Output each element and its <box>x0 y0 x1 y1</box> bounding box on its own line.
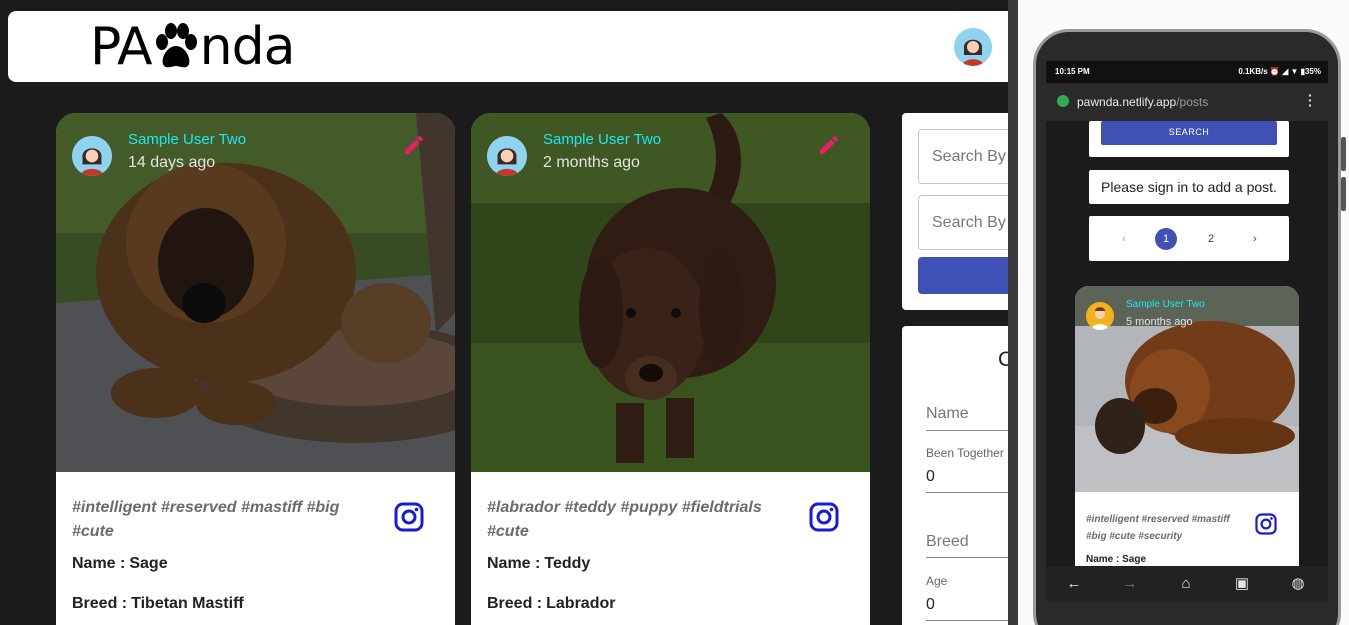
breed-label: Breed : <box>72 595 128 612</box>
url-text[interactable]: pawnda.netlify.app/posts <box>1077 95 1208 109</box>
forward-icon[interactable]: → <box>1120 574 1140 594</box>
url-host: pawnda.netlify.app <box>1077 95 1177 109</box>
avatar-icon <box>954 28 992 66</box>
logo-text-right: nda <box>199 17 296 77</box>
paw-icon <box>155 23 197 68</box>
name-label: Name : <box>487 555 541 572</box>
author-avatar[interactable] <box>487 136 527 176</box>
age-label: Age <box>926 574 948 588</box>
next-page-icon[interactable]: › <box>1244 228 1266 250</box>
breed-label: Breed : <box>487 595 543 612</box>
author-avatar[interactable] <box>1086 302 1114 330</box>
edit-icon[interactable] <box>402 133 426 157</box>
panel-divider <box>1008 0 1018 625</box>
labrador-photo <box>471 113 870 472</box>
avatar-icon <box>487 136 527 176</box>
author-avatar[interactable] <box>72 136 112 176</box>
breed-value: Tibetan Mastiff <box>131 595 244 612</box>
post-card: Sample User Two 14 days ago #intelligent… <box>56 113 455 625</box>
mobile-search-button[interactable]: SEARCH <box>1101 121 1277 145</box>
back-icon[interactable]: ← <box>1064 574 1084 594</box>
dog-name-field: Name : Sage <box>72 555 168 573</box>
breed-value: Labrador <box>546 595 616 612</box>
status-time: 10:15 PM <box>1055 67 1090 76</box>
avatar-icon <box>1086 302 1114 330</box>
mobile-search-panel: SEARCH <box>1089 121 1289 157</box>
browser-nav-bar: ← → ⌂ ▣ ◍ <box>1046 566 1328 601</box>
post-time: 5 months ago <box>1126 316 1193 328</box>
prev-page-icon[interactable]: ‹ <box>1113 228 1135 250</box>
page-1[interactable]: 1 <box>1155 228 1177 250</box>
dog-name-field: Name : Sage <box>1086 554 1147 565</box>
browser-menu-icon[interactable]: · · · <box>1308 88 1313 112</box>
author-name[interactable]: Sample User Two <box>543 131 661 148</box>
dog-breed-field: Breed : Labrador <box>487 595 615 613</box>
logo[interactable]: PA nda <box>90 17 296 77</box>
name-field[interactable]: Name <box>926 405 969 423</box>
account-icon[interactable]: ◍ <box>1288 574 1308 594</box>
post-tags: #intelligent #reserved #mastiff #big #cu… <box>72 499 340 540</box>
breed-field[interactable]: Breed <box>926 533 969 551</box>
avatar-icon <box>72 136 112 176</box>
been-together-label: Been Together <box>926 446 1004 460</box>
post-card: Sample User Two 2 months ago #labrador #… <box>471 113 870 625</box>
name-value: Teddy <box>544 555 591 572</box>
logo-text-left: PA <box>90 17 153 77</box>
pagination: ‹ 1 2 › <box>1089 216 1289 261</box>
edit-icon[interactable] <box>817 133 841 157</box>
phone-screen: 10:15 PM 0.1KB/s ⏰ ◢ ▼ ▮35% pawnda.netli… <box>1046 61 1328 601</box>
author-name[interactable]: Sample User Two <box>1126 299 1205 310</box>
phone-side-button <box>1341 137 1346 171</box>
name-label: Name : <box>72 555 126 572</box>
post-tags: #labrador #teddy #puppy #fieldtrials #cu… <box>487 499 762 540</box>
tabs-icon[interactable]: ▣ <box>1232 574 1252 594</box>
url-path: /posts <box>1176 95 1209 109</box>
status-bar: 10:15 PM 0.1KB/s ⏰ ◢ ▼ ▮35% <box>1046 61 1328 83</box>
been-together-field[interactable]: 0 <box>926 468 935 486</box>
page-2[interactable]: 2 <box>1200 228 1222 250</box>
dog-breed-field: Breed : Tibetan Mastiff <box>72 595 244 613</box>
post-time: 14 days ago <box>128 154 216 171</box>
home-icon[interactable]: ⌂ <box>1176 574 1196 594</box>
dog-photo[interactable] <box>471 113 870 472</box>
dog-name-field: Name : Teddy <box>487 555 590 573</box>
instagram-icon[interactable] <box>809 502 839 532</box>
age-field[interactable]: 0 <box>926 596 935 614</box>
app-header: PA nda <box>8 11 1048 82</box>
mastiff-photo <box>56 113 455 472</box>
secure-icon <box>1057 95 1069 107</box>
mobile-post-card: Sample User Two 5 months ago #intelligen… <box>1075 286 1299 586</box>
instagram-icon[interactable] <box>1255 513 1277 535</box>
author-name[interactable]: Sample User Two <box>128 131 246 148</box>
post-tags: #intelligent #reserved #mastiff #big #cu… <box>1086 514 1230 542</box>
phone-side-button <box>1341 177 1346 211</box>
status-icons: 0.1KB/s ⏰ ◢ ▼ ▮35% <box>1238 67 1321 76</box>
instagram-icon[interactable] <box>394 502 424 532</box>
post-time: 2 months ago <box>543 154 640 171</box>
name-value: Sage <box>129 555 168 572</box>
user-avatar[interactable] <box>954 28 992 66</box>
browser-url-bar[interactable]: pawnda.netlify.app/posts · · · <box>1046 83 1328 121</box>
dog-photo[interactable] <box>56 113 455 472</box>
signin-message: Please sign in to add a post. <box>1089 170 1289 204</box>
